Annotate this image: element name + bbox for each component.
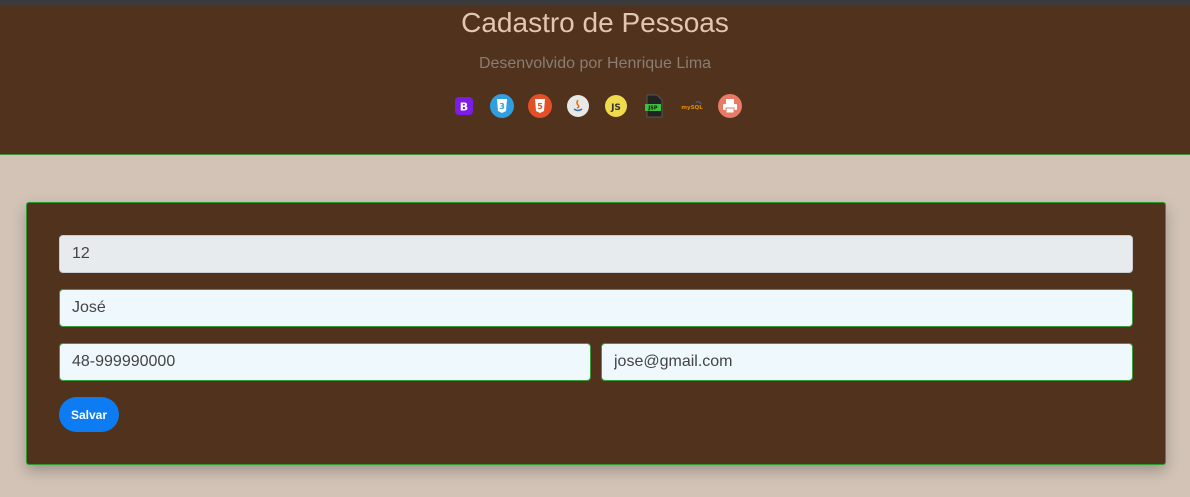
name-field[interactable]: [59, 289, 1133, 327]
save-button[interactable]: Salvar: [59, 397, 119, 432]
jsp-icon: JSP: [642, 94, 666, 118]
javascript-icon: JS: [604, 94, 628, 118]
svg-text:5: 5: [537, 102, 543, 111]
phone-field[interactable]: [59, 343, 591, 381]
svg-text:JSP: JSP: [647, 106, 657, 112]
css3-icon: 3: [490, 94, 514, 118]
print-icon: [718, 94, 742, 118]
page-title: Cadastro de Pessoas: [461, 7, 729, 38]
id-field[interactable]: [59, 235, 1133, 273]
tech-icons: B 3 5 JS JSP mySQL: [452, 94, 742, 118]
page-header: Cadastro de Pessoas Desenvolvido por Hen…: [0, 5, 1190, 155]
java-icon: [566, 94, 590, 118]
email-field[interactable]: [601, 343, 1133, 381]
svg-text:3: 3: [499, 102, 505, 111]
person-form-card: Salvar: [26, 202, 1166, 465]
mysql-icon: mySQL: [680, 94, 704, 118]
page-subtitle: Desenvolvido por Henrique Lima: [478, 55, 712, 72]
svg-text:JS: JS: [610, 103, 621, 113]
html5-icon: 5: [528, 94, 552, 118]
bootstrap-icon: B: [452, 94, 476, 118]
svg-text:B: B: [460, 101, 468, 114]
svg-text:mySQL: mySQL: [681, 105, 703, 111]
